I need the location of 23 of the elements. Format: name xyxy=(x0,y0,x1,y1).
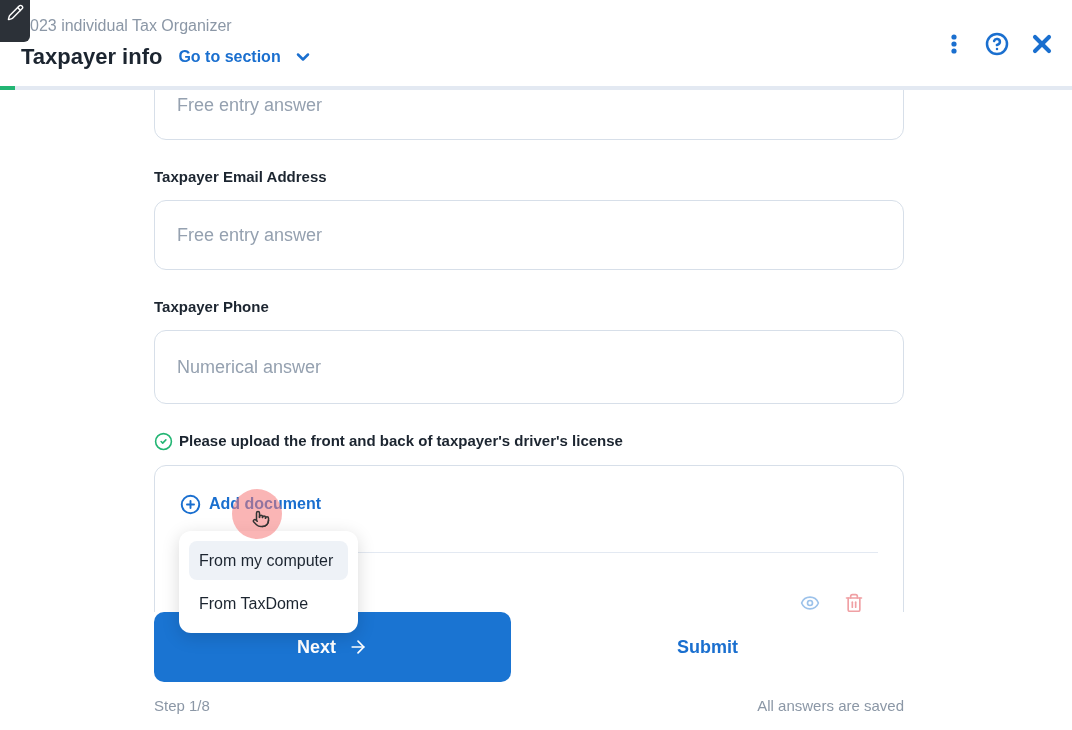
organizer-subtitle: 023 individual Tax Organizer xyxy=(30,16,233,36)
save-status: All answers are saved xyxy=(757,696,904,716)
eye-icon xyxy=(800,593,820,612)
add-document-button[interactable]: Add document xyxy=(180,492,321,516)
answer-field[interactable]: Free entry answer xyxy=(154,200,904,270)
hand-cursor-icon xyxy=(252,510,270,528)
field-label: Taxpayer Phone xyxy=(154,296,269,317)
answer-field[interactable]: Numerical answer xyxy=(154,330,904,404)
submit-button[interactable]: Submit xyxy=(511,612,904,682)
more-icon xyxy=(951,34,957,54)
field-label: Please upload the front and back of taxpayer's driver's license xyxy=(179,430,623,451)
edit-button[interactable] xyxy=(0,0,30,42)
edit-icon xyxy=(6,4,24,21)
page-title: Taxpayer info xyxy=(21,43,163,71)
help-icon xyxy=(985,32,1009,56)
step-indicator: Step 1/8 xyxy=(154,696,210,716)
answer-field[interactable]: Free entry answer xyxy=(154,90,904,140)
plus-icon xyxy=(180,493,201,515)
section-dropdown[interactable]: Go to section xyxy=(178,44,313,69)
menu-item[interactable]: From my computer xyxy=(189,541,348,580)
help-button[interactable] xyxy=(984,31,1010,57)
field-label: Taxpayer Email Address xyxy=(154,166,327,187)
trash-icon xyxy=(844,593,864,612)
